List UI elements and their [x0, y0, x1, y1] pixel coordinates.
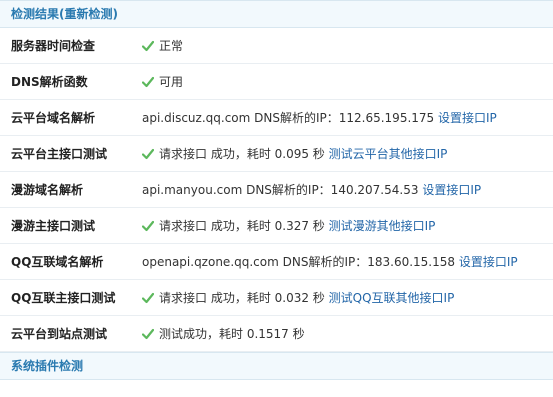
row-value: 请求接口 成功，耗时 0.095 秒 测试云平台其他接口IP — [142, 147, 447, 161]
row-label: 服务器时间检查 — [11, 39, 96, 53]
row-value: 可用 — [142, 75, 183, 89]
row-value: 测试成功，耗时 0.1517 秒 — [142, 327, 305, 341]
check-icon — [142, 76, 154, 88]
check-row-dns-function: DNS解析函数 可用 — [0, 64, 553, 100]
row-value: api.discuz.qq.com DNS解析的IP：112.65.195.17… — [142, 111, 497, 125]
status-text: 可用 — [159, 75, 184, 89]
row-value: 正常 — [142, 39, 183, 53]
test-cloud-other-ip-link[interactable]: 测试云平台其他接口IP — [329, 147, 448, 161]
dns-result-text: api.discuz.qq.com DNS解析的IP：112.65.195.17… — [142, 111, 435, 125]
check-row-cloud-api: 云平台主接口测试 请求接口 成功，耗时 0.095 秒 测试云平台其他接口IP — [0, 136, 553, 172]
request-result-text: 请求接口 成功，耗时 0.032 秒 — [159, 291, 325, 305]
plugin-section-header: 系统插件检测 — [0, 352, 553, 380]
row-label: DNS解析函数 — [11, 75, 88, 89]
check-icon — [142, 40, 154, 52]
request-result-text: 请求接口 成功，耗时 0.095 秒 — [159, 147, 325, 161]
set-interface-ip-link[interactable]: 设置接口IP — [438, 111, 497, 125]
row-value: 请求接口 成功，耗时 0.032 秒 测试QQ互联其他接口IP — [142, 291, 454, 305]
check-row-cloud-to-site: 云平台到站点测试 测试成功，耗时 0.1517 秒 — [0, 316, 553, 352]
dns-result-text: openapi.qzone.qq.com DNS解析的IP：183.60.15.… — [142, 255, 456, 269]
check-row-cloud-dns: 云平台域名解析 api.discuz.qq.com DNS解析的IP：112.6… — [0, 100, 553, 136]
check-row-manyou-api: 漫游主接口测试 请求接口 成功，耗时 0.327 秒 测试漫游其他接口IP — [0, 208, 553, 244]
check-icon — [142, 220, 154, 232]
plugin-section-title: 系统插件检测 — [11, 359, 84, 373]
row-label: 云平台主接口测试 — [11, 147, 108, 161]
row-label: 云平台到站点测试 — [11, 327, 108, 341]
result-section-header: 检测结果(重新检测) — [0, 0, 553, 28]
row-label: 漫游域名解析 — [11, 183, 84, 197]
request-result-text: 请求接口 成功，耗时 0.327 秒 — [159, 219, 325, 233]
row-label: QQ互联主接口测试 — [11, 291, 116, 305]
dns-result-text: api.manyou.com DNS解析的IP：140.207.54.53 — [142, 183, 419, 197]
row-label: 云平台域名解析 — [11, 111, 96, 125]
set-interface-ip-link[interactable]: 设置接口IP — [459, 255, 518, 269]
check-row-qq-dns: QQ互联域名解析 openapi.qzone.qq.com DNS解析的IP：1… — [0, 244, 553, 280]
check-row-manyou-dns: 漫游域名解析 api.manyou.com DNS解析的IP：140.207.5… — [0, 172, 553, 208]
test-qq-other-ip-link[interactable]: 测试QQ互联其他接口IP — [329, 291, 455, 305]
request-result-text: 测试成功，耗时 0.1517 秒 — [159, 327, 305, 341]
check-icon — [142, 292, 154, 304]
status-text: 正常 — [159, 39, 184, 53]
check-icon — [142, 328, 154, 340]
check-row-qq-api: QQ互联主接口测试 请求接口 成功，耗时 0.032 秒 测试QQ互联其他接口I… — [0, 280, 553, 316]
diagnostics-panel: 检测结果(重新检测) 服务器时间检查 正常 DNS解析函数 可用 云平台域名解析… — [0, 0, 553, 397]
row-value: api.manyou.com DNS解析的IP：140.207.54.53 设置… — [142, 183, 481, 197]
row-label: QQ互联域名解析 — [11, 255, 104, 269]
row-value: 请求接口 成功，耗时 0.327 秒 测试漫游其他接口IP — [142, 219, 435, 233]
set-interface-ip-link[interactable]: 设置接口IP — [422, 183, 481, 197]
check-icon — [142, 148, 154, 160]
result-section-title[interactable]: 检测结果(重新检测) — [11, 7, 118, 21]
check-row-server-time: 服务器时间检查 正常 — [0, 28, 553, 64]
row-label: 漫游主接口测试 — [11, 219, 96, 233]
test-manyou-other-ip-link[interactable]: 测试漫游其他接口IP — [329, 219, 436, 233]
row-value: openapi.qzone.qq.com DNS解析的IP：183.60.15.… — [142, 255, 518, 269]
